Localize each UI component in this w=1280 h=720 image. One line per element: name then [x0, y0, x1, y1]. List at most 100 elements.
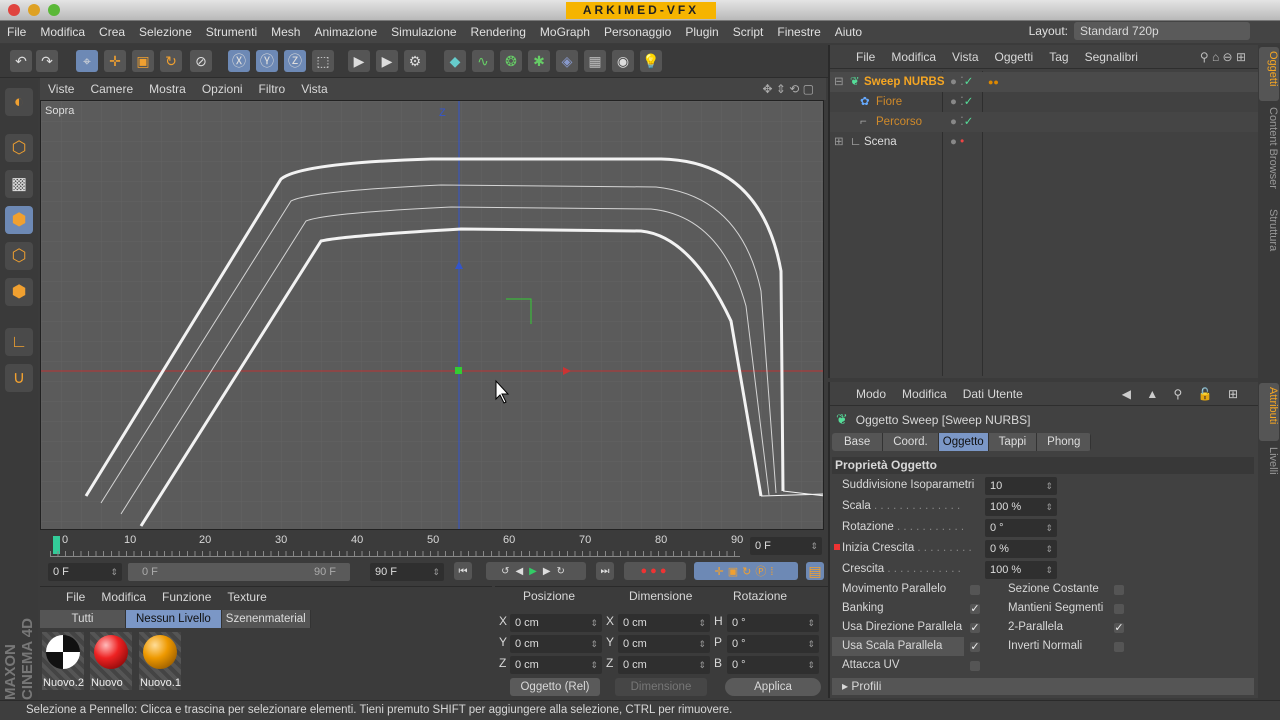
usa-direzione-parallela-checkbox[interactable]: ✓	[970, 623, 980, 634]
size-y-field[interactable]: 0 cm	[618, 635, 710, 653]
isoparm-subdivision-field[interactable]: 10	[985, 477, 1057, 495]
viewport-menu-mostra[interactable]: Mostra	[141, 82, 194, 96]
menu-personaggio[interactable]: Personaggio	[597, 25, 678, 39]
goto-start-icon[interactable]: ⏮	[454, 562, 472, 580]
visibility-dots[interactable]: ● •	[950, 132, 964, 152]
material-menu-modifica[interactable]: Modifica	[93, 590, 154, 604]
object-row-scena[interactable]: ⊞ ∟ Scena ● •	[830, 132, 1260, 152]
menu-script[interactable]: Script	[726, 25, 771, 39]
make-editable-icon[interactable]: ◐	[5, 88, 33, 116]
polygons-mode-icon[interactable]: ⬢	[5, 278, 33, 306]
viewport-menu-vista[interactable]: Vista	[293, 82, 335, 96]
light-icon[interactable]: 💡	[640, 50, 662, 72]
tab-base[interactable]: Base	[832, 433, 884, 451]
menu-animazione[interactable]: Animazione	[307, 25, 384, 39]
viewport-navigation-icons[interactable]: ✥ ⇕ ⟲ ▢	[754, 82, 822, 96]
undo-icon[interactable]: ↶	[10, 50, 32, 72]
start-growth-field[interactable]: 0 %	[985, 540, 1057, 558]
objects-menu-file[interactable]: File	[830, 50, 883, 64]
record-keys-icons[interactable]: ●●●	[624, 562, 686, 580]
points-mode-icon[interactable]: ⬢	[5, 206, 33, 234]
layout-dropdown[interactable]: Standard 720p	[1074, 22, 1250, 40]
menu-strumenti[interactable]: Strumenti	[199, 25, 264, 39]
objects-menu-oggetti[interactable]: Oggetti	[987, 50, 1042, 64]
tab-tappi[interactable]: Tappi	[988, 433, 1038, 451]
objects-menu-tag[interactable]: Tag	[1041, 50, 1076, 64]
play-controls[interactable]: ↺◀ ▶ ▶↻	[486, 562, 586, 580]
size-mode-dropdown[interactable]: Dimensione	[615, 678, 707, 696]
menu-plugin[interactable]: Plugin	[678, 25, 725, 39]
rotation-h-field[interactable]: 0 °	[727, 614, 819, 632]
frame-range-slider[interactable]: 0 F 90 F	[128, 563, 350, 581]
2-parallela-checkbox[interactable]: ✓	[1114, 623, 1124, 634]
end-frame-field[interactable]: 90 F	[370, 563, 444, 581]
coordinate-system-icon[interactable]: ⬚	[312, 50, 334, 72]
material-item[interactable]: Nuovo.2	[42, 632, 84, 690]
growth-field[interactable]: 100 %	[985, 561, 1057, 579]
redo-icon[interactable]: ↷	[36, 50, 58, 72]
objects-menu-modifica[interactable]: Modifica	[883, 50, 944, 64]
mantieni-segmenti-checkbox[interactable]	[1114, 604, 1124, 614]
sezione-costante-checkbox[interactable]	[1114, 585, 1124, 595]
collapse-icon[interactable]: ⊟	[834, 72, 844, 92]
profili-section-toggle[interactable]: ▸ Profili	[832, 678, 1254, 695]
banking-checkbox[interactable]: ✓	[970, 604, 980, 615]
size-x-field[interactable]: 0 cm	[618, 614, 710, 632]
side-tab-content-browser[interactable]: Content Browser	[1259, 103, 1279, 203]
select-tool-icon[interactable]: ⌖	[76, 50, 98, 72]
objects-menu-vista[interactable]: Vista	[944, 50, 986, 64]
material-tab-tutti[interactable]: Tutti	[40, 610, 126, 628]
x-axis-lock-icon[interactable]: Ⓧ	[228, 50, 250, 72]
move-tool-icon[interactable]: ✛	[104, 50, 126, 72]
material-item[interactable]: Nuovo	[90, 632, 132, 690]
array-icon[interactable]: ✱	[528, 50, 550, 72]
object-row-fiore[interactable]: ✿ Fiore ● ⁚✓	[830, 92, 1260, 112]
menu-modifica[interactable]: Modifica	[33, 25, 92, 39]
attribute-navigation-icons[interactable]: ◀ ▲ ⚲ 🔓 ⊞	[1114, 387, 1252, 401]
camera-icon[interactable]: ◉	[612, 50, 634, 72]
expand-icon[interactable]: ⊞	[834, 132, 844, 152]
rotation-b-field[interactable]: 0 °	[727, 656, 819, 674]
viewport-menu-filtro[interactable]: Filtro	[251, 82, 294, 96]
timeline-ruler[interactable]: 0 10 20 30 40 50 60 70 80 90 0 F	[40, 533, 828, 560]
attributes-menu-dati-utente[interactable]: Dati Utente	[955, 387, 1031, 401]
objects-menu-segnalibri[interactable]: Segnalibri	[1077, 50, 1146, 64]
side-tab-oggetti[interactable]: Oggetti	[1259, 47, 1279, 101]
render-view-icon[interactable]: ▶	[348, 50, 370, 72]
material-tab-nessun-livello[interactable]: Nessun Livello	[126, 610, 222, 628]
deformer-icon[interactable]: ◈	[556, 50, 578, 72]
rotation-p-field[interactable]: 0 °	[727, 635, 819, 653]
cube-object-icon[interactable]: ◆	[444, 50, 466, 72]
snap-icon[interactable]: ∪	[5, 364, 33, 392]
spline-icon[interactable]: ∿	[472, 50, 494, 72]
z-axis-lock-icon[interactable]: Ⓩ	[284, 50, 306, 72]
size-z-field[interactable]: 0 cm	[618, 656, 710, 674]
material-menu-file[interactable]: File	[40, 590, 93, 604]
object-row-percorso[interactable]: ⌐ Percorso ● ⁚✓	[830, 112, 1260, 132]
render-picture-viewer-icon[interactable]: ▶	[376, 50, 398, 72]
object-row-sweep-nurbs[interactable]: ⊟ ❦ Sweep NURBS ● ⁚✓ ●●	[830, 72, 1260, 92]
workplane-icon[interactable]: ∟	[5, 328, 33, 356]
minimize-window-button[interactable]	[28, 4, 40, 16]
tag-icon[interactable]: ●●	[988, 72, 999, 92]
menu-finestre[interactable]: Finestre	[770, 25, 827, 39]
apply-button[interactable]: Applica	[725, 678, 821, 696]
scale-tool-icon[interactable]: ▣	[132, 50, 154, 72]
attributes-menu-modo[interactable]: Modo	[830, 387, 894, 401]
edges-mode-icon[interactable]: ⬡	[5, 242, 33, 270]
model-mode-icon[interactable]: ⬡	[5, 134, 33, 162]
material-menu-funzione[interactable]: Funzione	[154, 590, 219, 604]
inverti-normali-checkbox[interactable]	[1114, 642, 1124, 652]
scale-field[interactable]: 100 %	[985, 498, 1057, 516]
floor-icon[interactable]: ▦	[584, 50, 606, 72]
viewport-menu-opzioni[interactable]: Opzioni	[194, 82, 251, 96]
attacca-uv-checkbox[interactable]	[970, 661, 980, 671]
start-frame-field[interactable]: 0 F	[48, 563, 122, 581]
visibility-dots[interactable]: ● ⁚✓	[950, 72, 973, 92]
menu-rendering[interactable]: Rendering	[464, 25, 533, 39]
material-item[interactable]: Nuovo.1	[139, 632, 181, 690]
texture-mode-icon[interactable]: ▩	[5, 170, 33, 198]
material-menu-texture[interactable]: Texture	[219, 590, 274, 604]
goto-end-icon[interactable]: ⏭	[596, 562, 614, 580]
object-manager-search-icon[interactable]: ⚲ ⌂ ⊖ ⊞	[1192, 50, 1254, 64]
